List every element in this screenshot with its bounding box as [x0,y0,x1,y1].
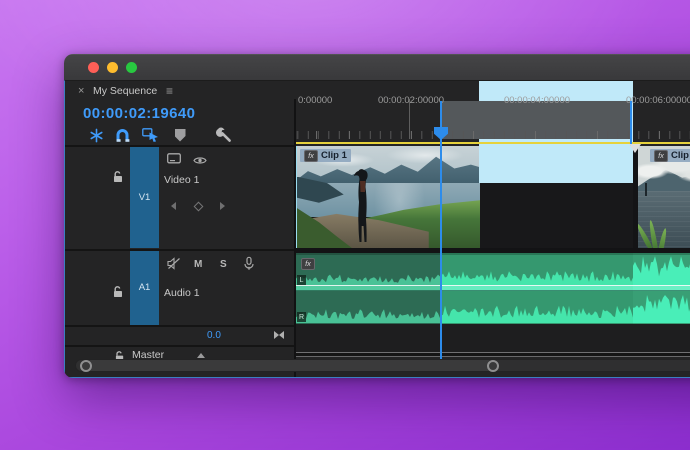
person-silhouette [354,169,368,242]
track-target-v1-label: V1 [138,191,151,203]
keyframe-prev-icon[interactable] [171,202,176,210]
header-row-separator [65,249,294,251]
ruler-label: 00:00:06:00000 [625,95,690,106]
clip-1[interactable]: fx Clip 1 [296,146,480,248]
keyframe-indicator-icon[interactable] [193,201,204,211]
track-target-a1[interactable]: A1 [130,251,159,325]
master-expand-icon[interactable] [197,353,205,358]
ruler-label: 0:00000 [298,95,333,106]
header-row-separator [65,345,294,347]
source-patch-icon[interactable] [167,151,181,169]
solo-button[interactable]: S [220,259,227,270]
thumbnail-post [644,182,647,196]
channel-left-badge: L [297,275,306,285]
traffic-light-zoom[interactable] [125,61,137,73]
traffic-light-minimize[interactable] [106,61,118,73]
audio-channel-divider [633,285,690,291]
mute-button[interactable]: M [194,259,202,270]
voiceover-mic-icon[interactable] [244,256,254,276]
audio-track-empty-area[interactable] [296,324,690,352]
titlebar[interactable] [64,54,690,80]
track-output-eye-icon[interactable] [193,152,207,170]
ruler-label: 00:00:04:00000 [503,95,571,106]
video-track-name[interactable]: Video 1 [164,174,199,186]
timeline-panel: × My Sequence ≡ 00:00:02:19640 V1 Video … [64,80,690,378]
bowtie-right-shape [279,331,284,339]
linked-selection-icon[interactable] [141,126,159,144]
clip-3[interactable]: fx Clip 3 [638,146,690,248]
audio-keyframe-bowtie-icon[interactable] [274,331,284,339]
audio-channel-divider [441,285,633,291]
video-track-lock-icon[interactable] [113,170,124,188]
panel-menu-icon[interactable]: ≡ [166,84,173,98]
fx-badge[interactable]: fx [301,258,315,270]
audio-track-name[interactable]: Audio 1 [164,287,200,299]
channel-right-badge: R [297,312,306,322]
track-volume-value[interactable]: 0.0 [207,330,221,341]
fx-badge[interactable]: fx [304,149,318,162]
timeline-separator-line [296,352,690,357]
tab-title[interactable]: My Sequence [93,85,157,97]
panel-close-icon[interactable]: × [78,85,84,97]
clip-label-chip: fx Clip 3 [650,149,690,162]
track-mute-speaker-icon[interactable] [167,257,181,275]
timecode-display[interactable]: 00:00:02:19640 [83,105,195,122]
header-row-separator [65,145,294,147]
add-marker-icon[interactable] [171,126,189,144]
clip-3-label: Clip 3 [671,150,690,161]
track-target-a1-label: A1 [138,282,151,294]
marker-pentagon-shape [174,128,186,142]
header-row-separator [65,324,294,327]
clip-1-label: Clip 1 [321,150,347,161]
nest-icon[interactable] [87,126,105,144]
scrollbar-thumb[interactable] [86,360,493,371]
clip-label-chip: fx Clip 1 [300,149,351,162]
selection-end-line[interactable] [630,101,632,146]
scrollbar-handle-right[interactable] [487,359,499,372]
keyframe-next-icon[interactable] [220,202,225,210]
track-target-v1[interactable]: V1 [130,146,159,248]
ruler-label: 00:00:02:00000 [377,95,445,106]
audio-track-lock-icon[interactable] [113,285,124,303]
traffic-light-close[interactable] [88,61,99,73]
app-window: × My Sequence ≡ 00:00:02:19640 V1 Video … [64,54,690,378]
scrollbar-handle-left[interactable] [80,359,92,372]
timeline-settings-icon[interactable] [215,126,233,144]
fx-badge[interactable]: fx [654,149,668,162]
audio-channel-divider [296,285,441,291]
snap-icon[interactable] [113,126,131,144]
